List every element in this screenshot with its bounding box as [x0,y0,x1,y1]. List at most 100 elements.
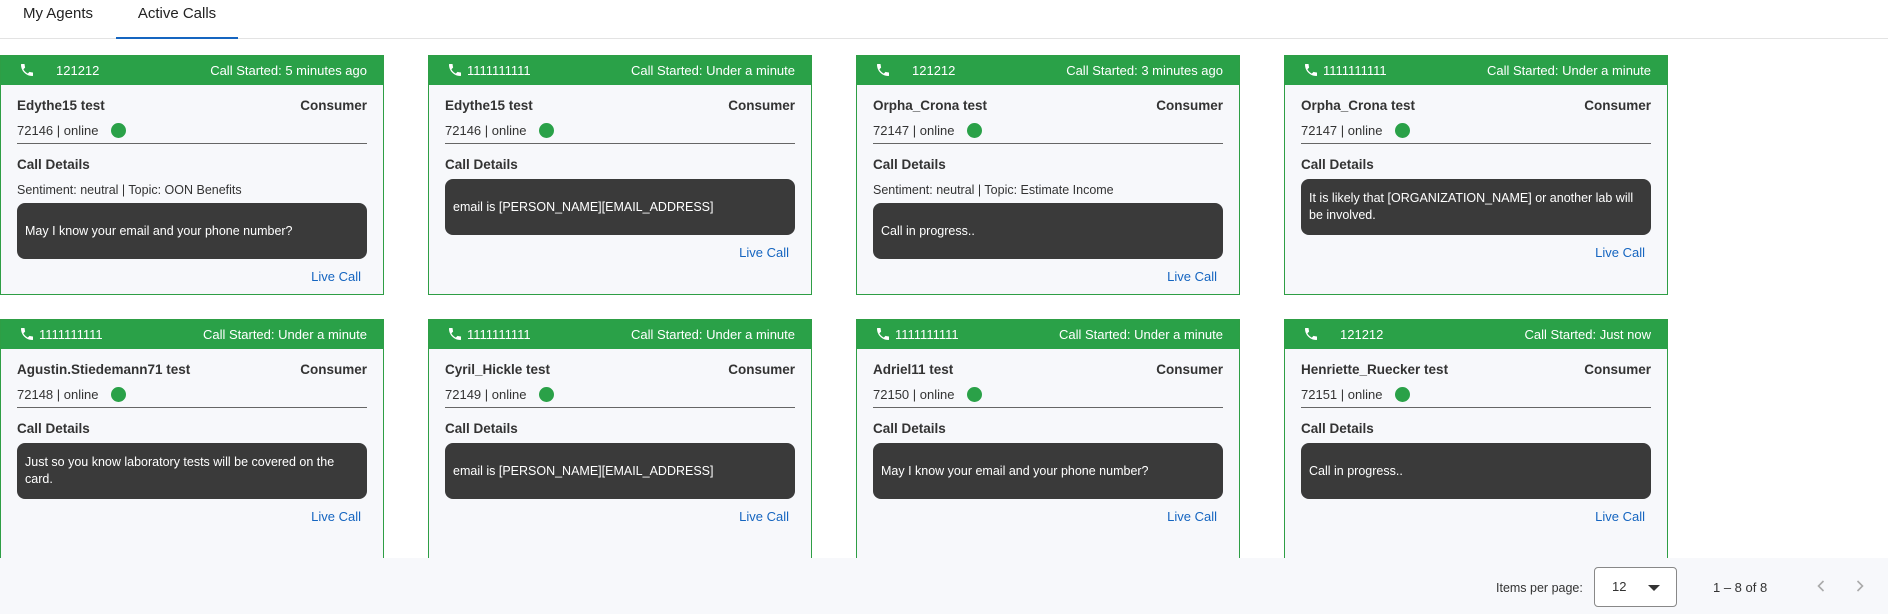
call-details-heading: Call Details [17,421,90,436]
transcript-bubble: Call in progress.. [873,203,1223,259]
phone-icon [875,326,891,342]
online-status-dot [111,123,126,138]
agent-status-text: 72148 | online [17,387,99,402]
call-card-header: 1111111111 Call Started: Under a minute [429,320,811,349]
call-number: 1111111111 [1323,63,1387,78]
call-started-label: Call Started: Under a minute [630,327,795,342]
agent-role: Consumer [300,362,367,377]
phone-icon [19,62,35,78]
online-status-dot [967,123,982,138]
agent-name: Orpha_Crona test [873,98,988,113]
transcript-text: Just so you know laboratory tests will b… [25,455,335,486]
sentiment-topic-text: Sentiment: neutral | Topic: Estimate Inc… [873,183,1114,197]
tab-bar: My Agents Active Calls [0,0,1888,39]
live-call-link[interactable]: Live Call [311,509,361,524]
items-per-page-select[interactable]: 12 [1594,567,1677,607]
divider [445,143,795,144]
transcript-bubble: email is [PERSON_NAME][EMAIL_ADDRESS] [445,179,795,235]
transcript-text: Call in progress.. [1309,463,1403,478]
call-card: 1111111111 Call Started: Under a minute Ag… [0,319,384,559]
call-started-label: Call Started: Under a minute [1486,63,1651,78]
call-number: 1111111111 [39,327,103,342]
call-started-label: Call Started: Under a minute [202,327,367,342]
live-call-link[interactable]: Live Call [739,509,789,524]
call-card: 121212 Call Started: Just now Henriette_Ru… [1284,319,1668,559]
agent-name: Edythe15 test [445,98,533,113]
phone-icon [875,62,891,78]
transcript-text: email is [PERSON_NAME][EMAIL_ADDRESS] [453,463,714,478]
call-card-header: 1111111111 Call Started: Under a minute [857,320,1239,349]
call-card-header: 121212 Call Started: 5 minutes ago [1,56,383,85]
call-card: 1111111111 Call Started: Under a minute Ad… [856,319,1240,559]
transcript-text: It is likely that [ORGANIZATION_NAME] or… [1309,191,1634,222]
call-number: 121212 [1340,327,1384,342]
call-details-heading: Call Details [873,157,946,172]
call-number: 121212 [912,63,956,78]
transcript-bubble: May I know your email and your phone num… [873,443,1223,499]
transcript-bubble: Call in progress.. [1301,443,1651,499]
call-card-header: 1111111111 Call Started: Under a minute [1,320,383,349]
agent-role: Consumer [1156,98,1223,113]
agent-status-text: 72146 | online [445,123,527,138]
live-call-link[interactable]: Live Call [739,245,789,260]
agent-status-text: 72146 | online [17,123,99,138]
agent-name: Henriette_Ruecker test [1301,362,1449,377]
transcript-bubble: Just so you know laboratory tests will b… [17,443,367,499]
call-card-header: 121212 Call Started: Just now [1285,320,1667,349]
chevron-right-icon [1856,580,1864,592]
call-card: 1111111111 Call Started: Under a minute Or… [1284,55,1668,295]
call-started-label: Call Started: 5 minutes ago [210,63,367,78]
live-call-link[interactable]: Live Call [311,269,361,284]
previous-page-button[interactable] [1810,575,1832,597]
call-card: 121212 Call Started: 5 minutes ago Edythe1… [0,55,384,295]
call-card: 1111111111 Call Started: Under a minute Cy… [428,319,812,559]
next-page-button[interactable] [1849,575,1871,597]
page-range-label: 1 – 8 of 8 [1713,580,1768,595]
call-details-heading: Call Details [873,421,946,436]
transcript-bubble: May I know your email and your phone num… [17,203,367,259]
transcript-text: May I know your email and your phone num… [25,223,293,238]
online-status-dot [967,387,982,402]
divider [1301,407,1651,408]
agent-status-text: 72147 | online [873,123,955,138]
agent-name: Edythe15 test [17,98,105,113]
call-card-header: 1111111111 Call Started: Under a minute [1285,56,1667,85]
phone-icon [19,326,35,342]
agent-status-text: 72151 | online [1301,387,1383,402]
online-status-dot [539,387,554,402]
call-number: 1111111111 [467,327,531,342]
online-status-dot [539,123,554,138]
live-call-link[interactable]: Live Call [1167,269,1217,284]
agent-role: Consumer [1584,98,1651,113]
tab-active-calls[interactable]: Active Calls [116,0,238,39]
divider [873,143,1223,144]
call-started-label: Call Started: Under a minute [1058,327,1223,342]
call-details-heading: Call Details [445,421,518,436]
agent-status-text: 72147 | online [1301,123,1383,138]
caret-down-icon [1648,585,1660,591]
call-details-heading: Call Details [1301,421,1374,436]
tab-my-agents[interactable]: My Agents [0,0,116,39]
call-card: 121212 Call Started: 3 minutes ago Orpha_C… [856,55,1240,295]
call-details-heading: Call Details [17,157,90,172]
chevron-left-icon [1817,580,1825,592]
live-call-link[interactable]: Live Call [1595,245,1645,260]
phone-icon [1303,62,1319,78]
live-call-link[interactable]: Live Call [1595,509,1645,524]
online-status-dot [111,387,126,402]
call-number: 1111111111 [895,327,959,342]
agent-role: Consumer [728,98,795,113]
items-per-page-label: Items per page: [1496,581,1583,595]
phone-icon [447,62,463,78]
phone-icon [447,326,463,342]
agent-role: Consumer [1584,362,1651,377]
live-call-link[interactable]: Live Call [1167,509,1217,524]
online-status-dot [1395,123,1410,138]
agent-name: Agustin.Stiedemann71 test [17,362,191,377]
transcript-text: May I know your email and your phone num… [881,463,1149,478]
paginator: Items per page: 12 1 – 8 of 8 [0,558,1888,614]
call-card-header: 1111111111 Call Started: Under a minute [429,56,811,85]
transcript-bubble: It is likely that [ORGANIZATION_NAME] or… [1301,179,1651,235]
transcript-text: Call in progress.. [881,223,975,238]
call-details-heading: Call Details [445,157,518,172]
